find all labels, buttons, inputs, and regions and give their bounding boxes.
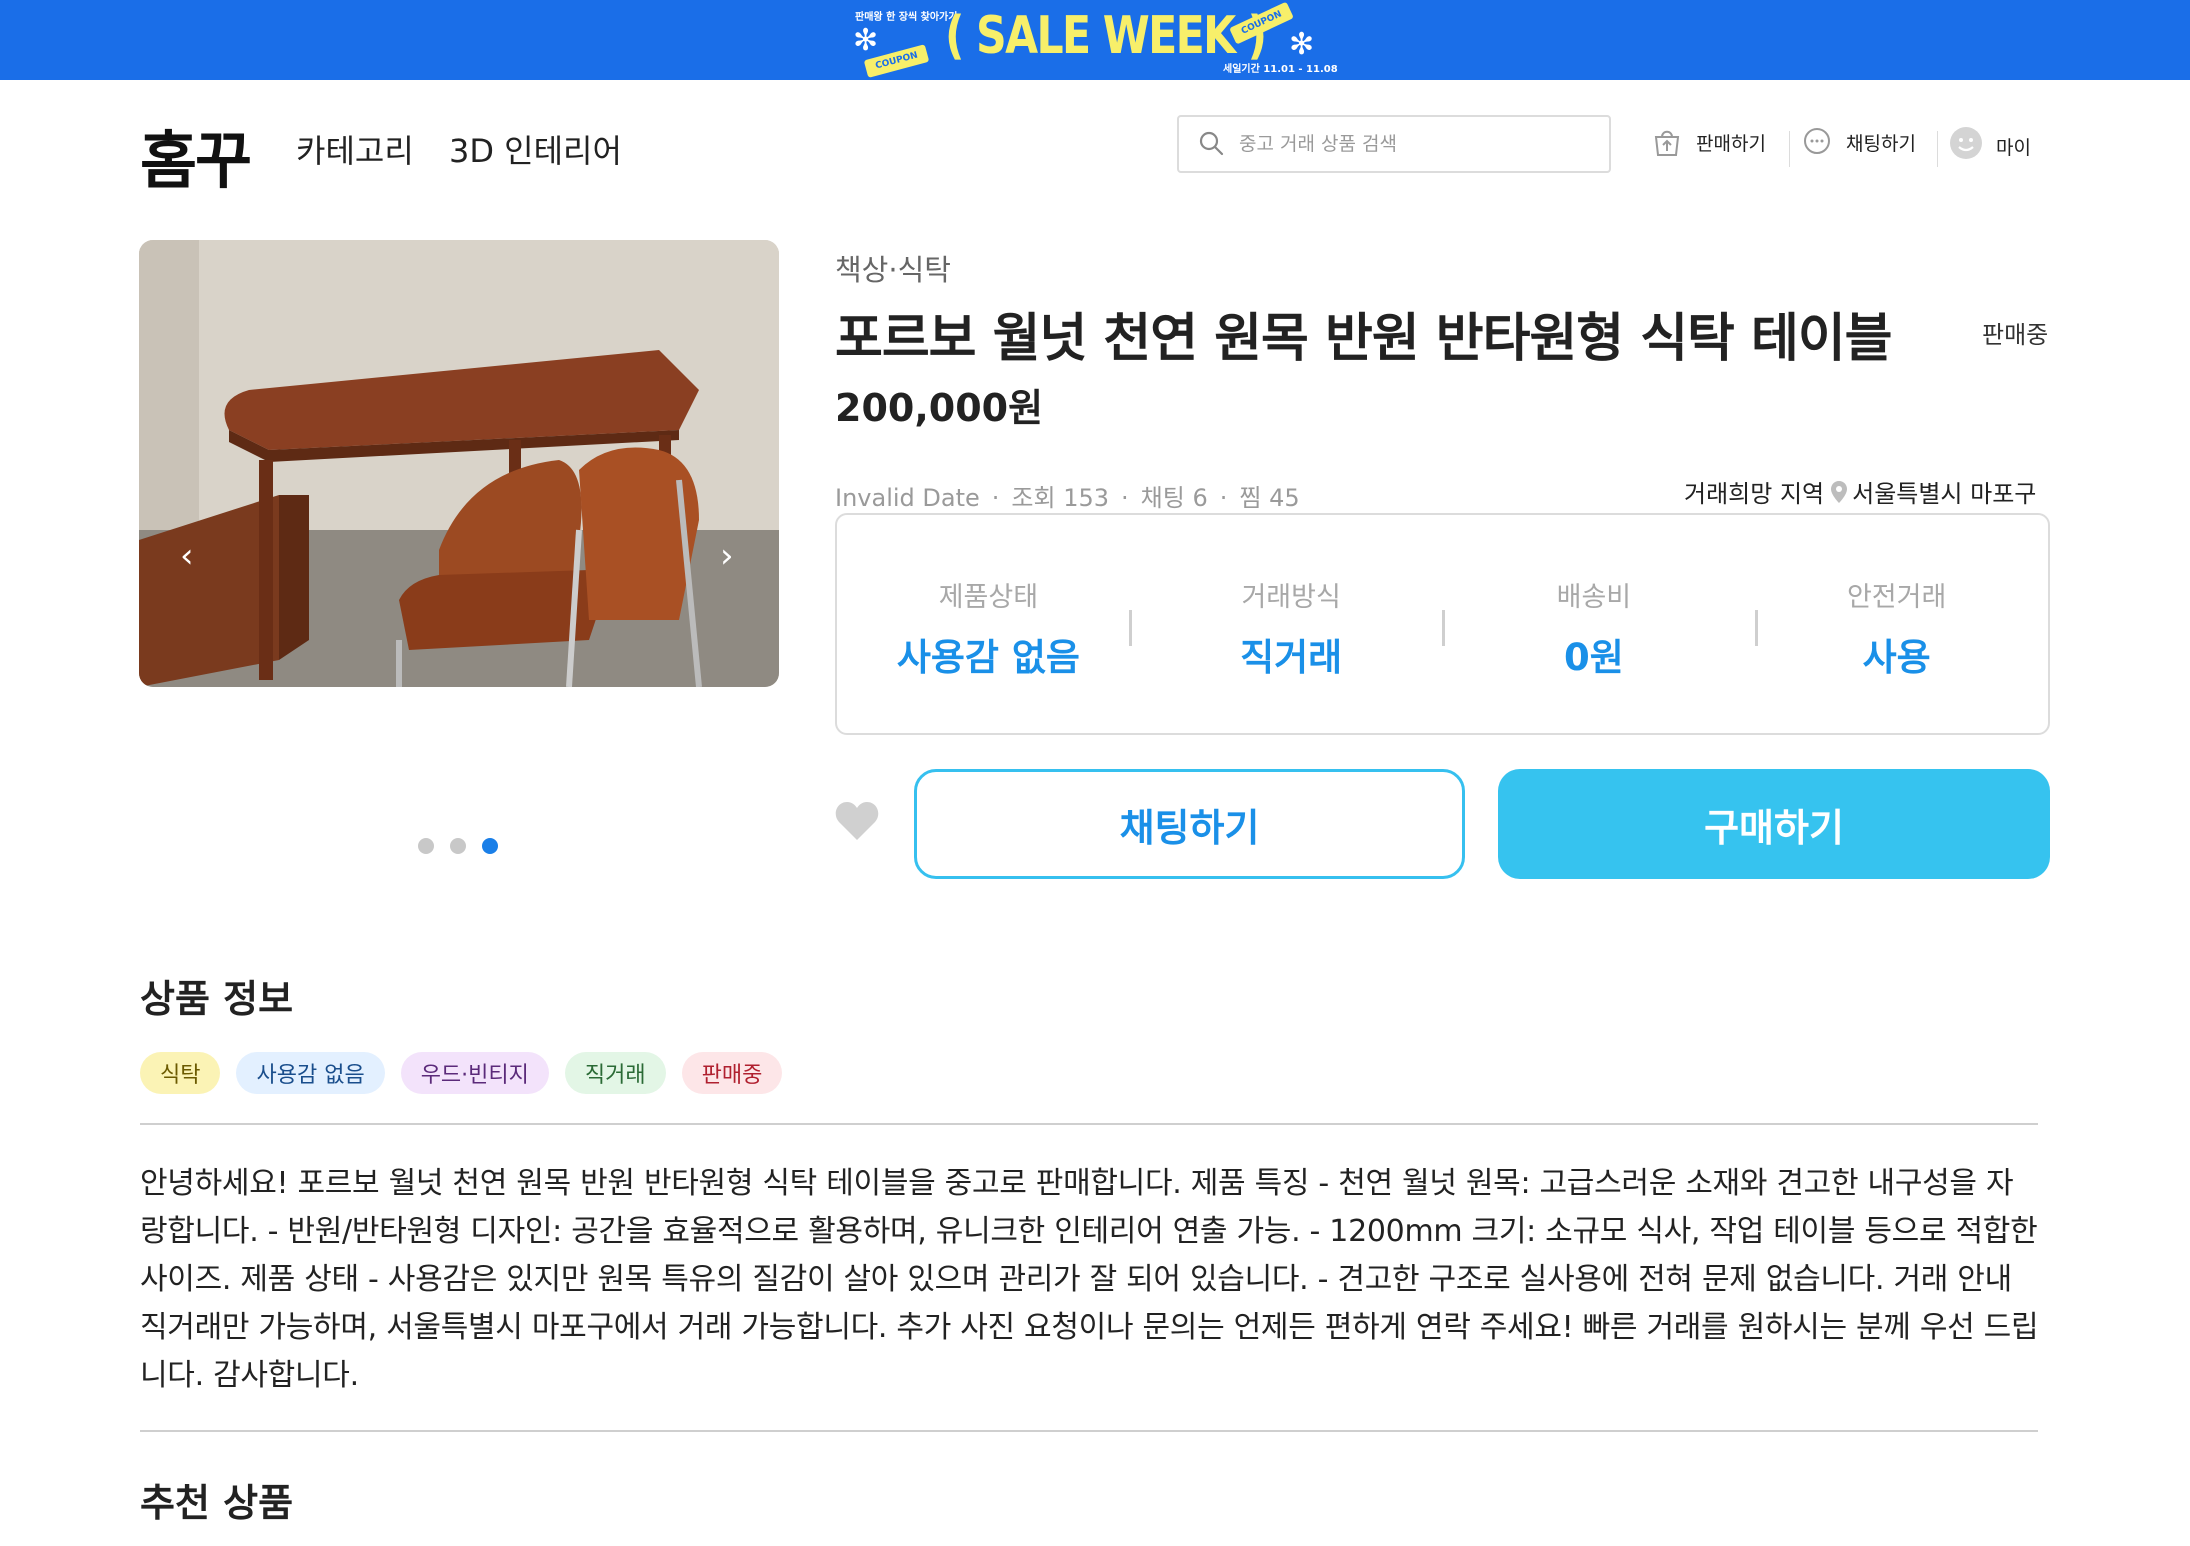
flower-icon: ✻	[1289, 27, 1315, 62]
banner-subtitle: 판매왕 한 장씩 찾아가기	[855, 12, 958, 23]
tag-chip[interactable]: 우드·빈티지	[400, 1052, 549, 1094]
trade-location: 거래희망 지역 서울특별시 마포구	[1684, 474, 2036, 509]
spec-condition: 제품상태 사용감 없음	[837, 515, 1140, 733]
chat-link[interactable]: 채팅하기	[1800, 125, 1916, 159]
chat-count: 채팅 6	[1140, 484, 1208, 512]
carousel-dot[interactable]	[450, 838, 466, 854]
location-pin-icon	[1831, 480, 1848, 503]
spec-safe-trade: 안전거래 사용	[1745, 515, 2048, 733]
recommend-title: 추천 상품	[140, 1481, 294, 1525]
banner-title: ( SALE WEEK )	[945, 6, 1267, 66]
carousel-prev-icon[interactable]: ‹	[180, 536, 194, 576]
spec-shipping-fee: 배송비 0원	[1443, 515, 1746, 733]
header-divider	[1937, 131, 1938, 167]
spec-value: 사용	[1862, 636, 1931, 679]
spec-divider	[1442, 610, 1445, 646]
carousel-next-icon[interactable]: ›	[720, 536, 734, 576]
sell-label: 판매하기	[1696, 132, 1766, 155]
flower-icon: ✻	[853, 23, 879, 58]
product-price: 200,000원	[835, 386, 1044, 430]
product-category[interactable]: 책상·식탁	[835, 247, 951, 289]
spec-value: 직거래	[1240, 636, 1343, 679]
tag-chip[interactable]: 직거래	[564, 1052, 666, 1094]
like-heart-icon[interactable]	[834, 800, 880, 846]
spec-label: 배송비	[1556, 582, 1632, 613]
buy-button[interactable]: 구매하기	[1498, 769, 2050, 879]
site-logo[interactable]: 홈꾸	[140, 110, 252, 200]
nav-3d-interior[interactable]: 3D 인테리어	[449, 126, 622, 172]
location-value: 서울특별시 마포구	[1852, 480, 2037, 508]
chat-bubble-icon	[1804, 128, 1830, 154]
search-input[interactable]	[1239, 133, 1579, 155]
product-description: 안녕하세요! 포르보 월넛 천연 원목 반원 반타원형 식탁 테이블을 중고로 …	[140, 1166, 2039, 1393]
my-label: 마이	[1996, 136, 2031, 159]
carousel-dot[interactable]	[418, 838, 434, 854]
spec-label: 안전거래	[1846, 582, 1947, 613]
avatar-icon	[1950, 127, 1982, 159]
chat-button[interactable]: 채팅하기	[914, 769, 1465, 879]
spec-divider	[1129, 610, 1132, 646]
location-label: 거래희망 지역	[1684, 480, 1825, 508]
sale-week-banner[interactable]: 판매왕 한 장씩 찾아가기 ✻ COUPON ( SALE WEEK ) COU…	[0, 0, 2190, 80]
search-bar[interactable]	[1177, 115, 1611, 173]
divider	[140, 1430, 2038, 1432]
product-title: 포르보 월넛 천연 원목 반원 반타원형 식탁 테이블	[835, 309, 1893, 369]
spec-value: 사용감 없음	[896, 636, 1080, 679]
product-image[interactable]	[139, 240, 779, 687]
view-count: 조회 153	[1011, 484, 1110, 512]
sale-status: 판매중	[1982, 321, 2049, 349]
tag-chip[interactable]: 사용감 없음	[236, 1052, 385, 1094]
tag-chip[interactable]: 식탁	[140, 1052, 221, 1094]
product-info-title: 상품 정보	[140, 977, 294, 1021]
spec-label: 제품상태	[938, 582, 1039, 613]
sell-link[interactable]: 판매하기	[1650, 125, 1766, 159]
nav-category[interactable]: 카테고리	[296, 126, 414, 172]
product-meta: Invalid Date · 조회 153 · 채팅 6 · 찜 45	[835, 484, 1300, 512]
posted-date: Invalid Date	[835, 484, 980, 512]
divider	[140, 1123, 2038, 1125]
spec-label: 거래방식	[1241, 582, 1341, 613]
like-count: 찜 45	[1239, 484, 1300, 512]
banner-content: 판매왕 한 장씩 찾아가기 ✻ COUPON ( SALE WEEK ) COU…	[845, 0, 1338, 80]
spec-trade-method: 거래방식 직거래	[1140, 515, 1443, 733]
spec-value: 0원	[1563, 636, 1624, 679]
tag-list: 식탁 사용감 없음 우드·빈티지 직거래 판매중	[140, 1052, 783, 1094]
carousel-indicator	[418, 838, 498, 854]
spec-divider	[1755, 610, 1758, 646]
search-icon[interactable]	[1197, 129, 1227, 159]
shopping-bag-icon	[1654, 130, 1680, 156]
product-spec-box: 제품상태 사용감 없음 거래방식 직거래 배송비 0원 안전거래 사용	[835, 513, 2050, 735]
header-divider	[1789, 131, 1790, 167]
my-page-link[interactable]: 마이	[1948, 125, 2031, 161]
chat-label: 채팅하기	[1846, 132, 1916, 155]
carousel-dot-active[interactable]	[482, 838, 498, 854]
banner-period: 세일기간 11.01 - 11.08	[1223, 64, 1338, 75]
tag-chip[interactable]: 판매중	[681, 1052, 783, 1094]
